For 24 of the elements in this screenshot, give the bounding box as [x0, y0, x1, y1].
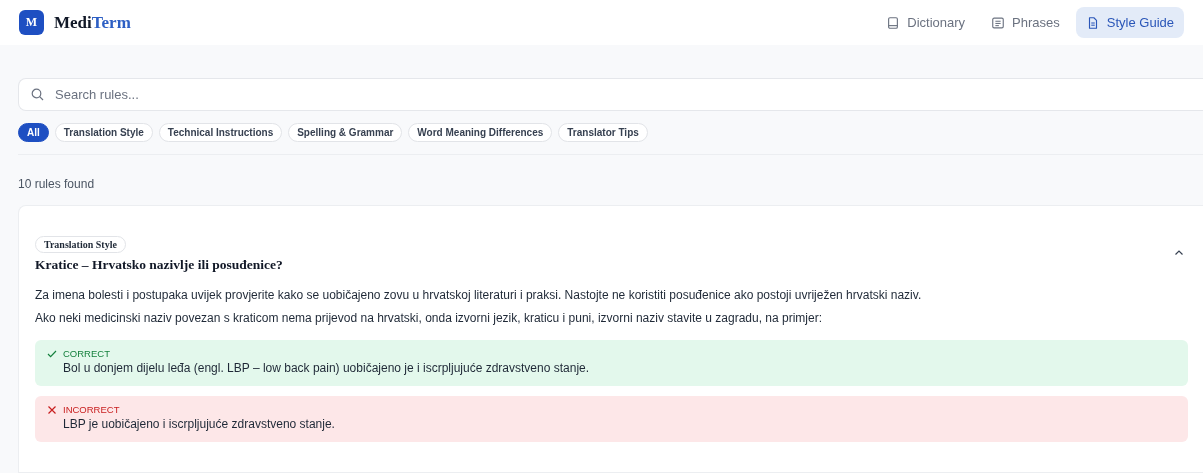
filter-chip[interactable]: All	[18, 123, 49, 142]
app-name: MediTerm	[54, 12, 131, 33]
filter-chip[interactable]: Word Meaning Differences	[408, 123, 553, 142]
rule-paragraph: Ako neki medicinski naziv povezan s kraticom nema prijevod na hrvatski, onda izvorni jezik, kraticu i puni, izvorni naziv stavite u zagradu, na primjer:	[35, 310, 823, 327]
message-icon	[991, 15, 1006, 30]
rule-paragraph: Za imena bolesti i postupaka uvijek provjerite kako se uobičajeno zovu u hrvatskoj literaturi i praksi. Nastojte ne koristiti posuđenice ako postoji uvriježen hrvatski naziv.	[35, 287, 923, 304]
nav-tab[interactable]: Dictionary	[876, 7, 976, 38]
example-label: CORRECT	[63, 348, 110, 359]
filter-chip[interactable]: Technical Instructions	[158, 123, 283, 142]
cross-icon	[47, 404, 57, 415]
rule-title: Kratice – Hrvatsko nazivlje ili posuđenice?	[35, 257, 283, 273]
result-count: 10 rules found	[18, 177, 96, 191]
check-icon	[47, 348, 57, 359]
example-text: Bol u donjem dijelu leđa (engl. LBP – low back pain) uobičajeno je i iscrpljujuće zdravstveno stanje.	[63, 361, 591, 375]
logo: M	[19, 10, 44, 35]
filter-chip[interactable]: Translator Tips	[558, 123, 648, 142]
filter-chip[interactable]: Translation Style	[54, 123, 153, 142]
search-field[interactable]: Search rules...	[18, 78, 1203, 111]
book-icon	[886, 15, 901, 30]
example-text: LBP je uobičajeno i iscrpljujuće zdravstveno stanje.	[63, 417, 336, 431]
nav-tab[interactable]: Phrases	[981, 7, 1070, 38]
example-label: INCORRECT	[63, 404, 120, 415]
filter-chip[interactable]: Spelling & Grammar	[288, 123, 403, 142]
nav-tab[interactable]: Style Guide	[1075, 7, 1184, 38]
